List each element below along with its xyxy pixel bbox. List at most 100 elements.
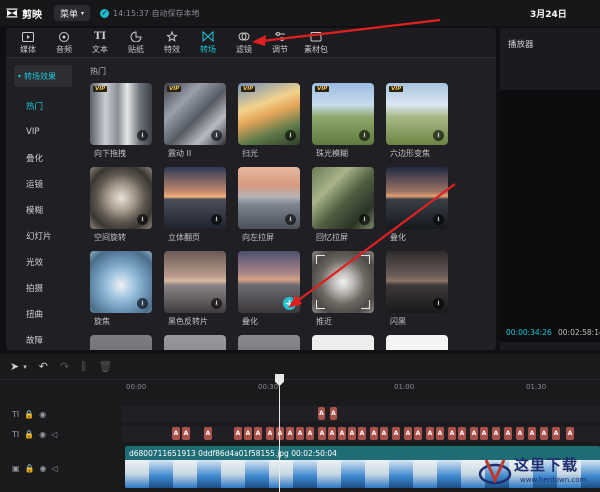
text-clip[interactable]: A <box>492 427 500 440</box>
tab-package[interactable]: 素材包 <box>298 28 334 58</box>
text-clip[interactable]: A <box>566 427 574 440</box>
eye-icon[interactable]: ◉ <box>39 410 46 419</box>
select-cursor-icon[interactable]: ➤ <box>10 360 19 373</box>
text-clip[interactable]: A <box>380 427 388 440</box>
download-icon[interactable]: ⭳ <box>137 298 148 309</box>
transition-card[interactable]: VIP ⭳ 珠光模糊 <box>312 83 374 159</box>
text-clip[interactable]: A <box>182 427 190 440</box>
transition-card[interactable] <box>164 335 226 350</box>
text-clip[interactable]: A <box>504 427 512 440</box>
text-track-lane[interactable] <box>122 406 600 422</box>
text-clip[interactable]: A <box>234 427 242 440</box>
transition-card[interactable]: ⭳ 旋焦 <box>90 251 152 327</box>
tab-filter[interactable]: 滤镜 <box>226 28 262 58</box>
tab-audio[interactable]: 音频 <box>46 28 82 58</box>
time-ruler[interactable]: 00:00 00:30 01:00 01:30 <box>122 380 600 398</box>
playhead[interactable] <box>279 374 280 492</box>
text-clip[interactable]: A <box>516 427 524 440</box>
transition-card[interactable]: ⭳ 叠化 <box>386 167 448 243</box>
text-clip[interactable]: A <box>480 427 488 440</box>
sidebar-item-glitch[interactable]: 故障 <box>6 327 76 350</box>
transition-card[interactable]: 推近 <box>312 251 374 327</box>
transition-card[interactable]: ⭳ 向左拉屏 <box>238 167 300 243</box>
text-clip[interactable]: A <box>358 427 366 440</box>
player-viewport[interactable] <box>500 90 600 342</box>
download-icon[interactable]: ⭳ <box>433 298 444 309</box>
text-clip[interactable]: A <box>540 427 548 440</box>
download-icon[interactable]: ⭳ <box>137 214 148 225</box>
transition-card[interactable] <box>90 335 152 350</box>
lock-icon[interactable]: 🔒 <box>24 430 34 439</box>
download-icon[interactable]: ⭳ <box>359 214 370 225</box>
sidebar-item-shooting[interactable]: 拍摄 <box>6 275 76 301</box>
download-icon[interactable]: ⭳ <box>285 214 296 225</box>
text-clip[interactable]: A <box>426 427 434 440</box>
transition-card[interactable]: ⭳ 立体翻页 <box>164 167 226 243</box>
undo-icon[interactable]: ↶ <box>39 360 48 373</box>
sidebar-item-hot[interactable]: 热门 <box>6 93 76 119</box>
transition-card[interactable] <box>386 335 448 350</box>
sidebar-item-dissolve[interactable]: 叠化 <box>6 145 76 171</box>
lock-icon[interactable]: 🔒 <box>24 410 34 419</box>
transition-card[interactable]: ⭳ 黑色反转片 <box>164 251 226 327</box>
download-icon[interactable]: ⭳ <box>137 130 148 141</box>
text-clip[interactable]: A <box>306 427 314 440</box>
text-clip[interactable]: A <box>296 427 304 440</box>
text-clip[interactable]: A <box>328 427 336 440</box>
tab-media[interactable]: 媒体 <box>10 28 46 58</box>
text-clip[interactable]: A <box>172 427 180 440</box>
text-clip[interactable]: A <box>552 427 560 440</box>
transition-card[interactable]: VIP ⭳ 震动 II <box>164 83 226 159</box>
download-icon[interactable]: ⭳ <box>359 130 370 141</box>
lock-icon[interactable]: 🔒 <box>25 464 35 473</box>
transition-card[interactable]: ⭳ 空间旋转 <box>90 167 152 243</box>
text-clip[interactable]: A <box>458 427 466 440</box>
tab-effects[interactable]: 特效 <box>154 28 190 58</box>
text-clip[interactable]: A <box>338 427 346 440</box>
sidebar-item-blur[interactable]: 模糊 <box>6 197 76 223</box>
project-name[interactable]: 3月24日 <box>530 7 567 20</box>
download-icon[interactable]: ⭳ <box>433 214 444 225</box>
redo-icon[interactable]: ↷ <box>60 360 69 373</box>
sidebar-item-camera-move[interactable]: 运镜 <box>6 171 76 197</box>
delete-icon[interactable]: 🗑 <box>98 360 112 373</box>
text-clip[interactable]: A <box>318 407 325 420</box>
transition-card[interactable] <box>238 335 300 350</box>
add-icon[interactable]: + <box>283 297 296 310</box>
sidebar-item-light[interactable]: 光效 <box>6 249 76 275</box>
download-icon[interactable]: ⭳ <box>211 130 222 141</box>
chevron-down-icon[interactable]: ▾ <box>23 363 27 371</box>
speaker-icon[interactable]: ◁ <box>52 464 58 473</box>
sidebar-item-vip[interactable]: VIP <box>6 119 76 145</box>
text-clip[interactable]: A <box>318 427 326 440</box>
menu-button[interactable]: 菜单 ▾ <box>54 5 91 21</box>
text-clip[interactable]: A <box>528 427 536 440</box>
transition-card[interactable]: VIP ⭳ 扫光 <box>238 83 300 159</box>
transition-card[interactable]: + 叠化 <box>238 251 300 327</box>
download-icon[interactable]: ⭳ <box>211 298 222 309</box>
text-clip[interactable]: A <box>244 427 252 440</box>
download-icon[interactable]: ⭳ <box>285 130 296 141</box>
text-clip[interactable]: A <box>330 407 337 420</box>
sidebar-item-distort[interactable]: 扭曲 <box>6 301 76 327</box>
text-clip[interactable]: A <box>276 427 284 440</box>
split-icon[interactable]: ⫼ <box>81 360 86 374</box>
sidebar-header[interactable]: ▾ 转场效果 <box>14 65 72 87</box>
text-clip[interactable]: A <box>370 427 378 440</box>
tab-sticker[interactable]: 贴纸 <box>118 28 154 58</box>
transition-card[interactable] <box>312 335 374 350</box>
text-clip[interactable]: A <box>266 427 274 440</box>
sidebar-item-slideshow[interactable]: 幻灯片 <box>6 223 76 249</box>
transition-card[interactable]: ⭳ 闪黑 <box>386 251 448 327</box>
transition-card[interactable]: VIP ⭳ 六边形变焦 <box>386 83 448 159</box>
tab-adjust[interactable]: 调节 <box>262 28 298 58</box>
text-clip[interactable]: A <box>392 427 400 440</box>
eye-icon[interactable]: ◉ <box>39 430 46 439</box>
text-clip[interactable]: A <box>448 427 456 440</box>
download-icon[interactable]: ⭳ <box>211 214 222 225</box>
download-icon[interactable]: ⭳ <box>433 130 444 141</box>
text-clip[interactable]: A <box>404 427 412 440</box>
eye-icon[interactable]: ◉ <box>40 464 47 473</box>
speaker-icon[interactable]: ◁ <box>51 430 57 439</box>
text-clip[interactable]: A <box>436 427 444 440</box>
